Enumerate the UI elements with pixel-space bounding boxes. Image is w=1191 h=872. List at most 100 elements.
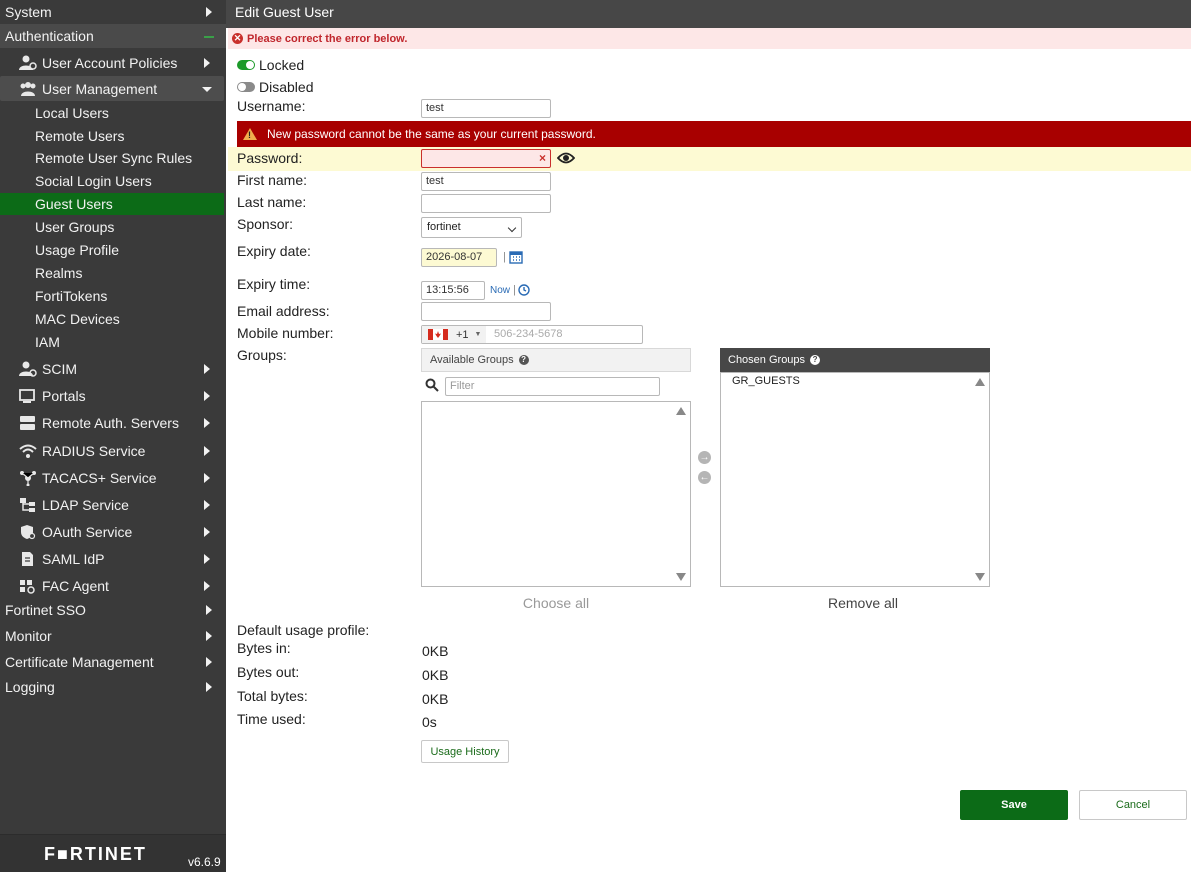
nav-leaf-label: Remote User Sync Rules <box>35 150 193 166</box>
nav-mac-devices[interactable]: MAC Devices <box>0 308 224 330</box>
expiry-time-field[interactable]: 13:15:56 <box>421 281 485 300</box>
scroll-down-icon[interactable] <box>676 573 686 581</box>
bytes-out-value: 0KB <box>422 667 449 683</box>
nav-oauth-service-label: OAuth Service <box>42 523 133 540</box>
nav-portals[interactable]: Portals <box>0 383 224 408</box>
disabled-toggle[interactable]: Disabled <box>237 79 313 95</box>
nav-leaf-label: User Groups <box>35 219 115 235</box>
nav-remote-user-sync-rules[interactable]: Remote User Sync Rules <box>0 147 224 169</box>
nav-iam[interactable]: IAM <box>0 331 224 353</box>
nav-certificate-management-label: Certificate Management <box>5 654 154 670</box>
nav-authentication[interactable]: Authentication <box>0 24 226 48</box>
page-title: Edit Guest User <box>235 4 334 20</box>
nav-saml-idp-label: SAML IdP <box>42 550 105 567</box>
nav-guest-users[interactable]: Guest Users <box>0 193 224 215</box>
scroll-down-icon[interactable] <box>975 573 985 581</box>
nav-system-label: System <box>5 4 52 20</box>
nav-user-management[interactable]: User Management <box>0 76 224 101</box>
clear-icon[interactable]: × <box>539 151 546 165</box>
locked-toggle[interactable]: Locked <box>237 57 304 73</box>
toggle-off-icon <box>237 82 255 92</box>
move-right-button[interactable]: → <box>698 451 711 464</box>
nav-monitor[interactable]: Monitor <box>0 624 226 648</box>
form-error-text: Please correct the error below. <box>247 32 408 45</box>
nav-radius-service-label: RADIUS Service <box>42 442 146 459</box>
password-error-message: ! New password cannot be the same as you… <box>237 121 1191 147</box>
scroll-up-icon[interactable] <box>676 407 686 415</box>
now-link[interactable]: Now <box>490 285 510 296</box>
country-code-select[interactable]: +1 ▼ <box>422 326 486 343</box>
password-field[interactable]: × <box>421 149 551 168</box>
nav-ldap-service[interactable]: LDAP Service <box>0 492 224 517</box>
group-filter-input[interactable]: Filter <box>445 377 660 396</box>
nav-remote-users[interactable]: Remote Users <box>0 125 224 147</box>
sponsor-label: Sponsor: <box>237 216 294 232</box>
nav-logging[interactable]: Logging <box>0 675 226 699</box>
chevron-right-icon <box>204 445 210 456</box>
directory-tree-icon <box>18 496 38 514</box>
nav-remote-auth-servers[interactable]: Remote Auth. Servers <box>0 410 224 435</box>
nav-oauth-service[interactable]: OAuth Service <box>0 519 224 544</box>
help-icon[interactable]: ? <box>518 355 529 365</box>
nav-saml-idp[interactable]: SAML IdP <box>0 546 224 571</box>
nav-social-login-users[interactable]: Social Login Users <box>0 170 224 192</box>
scroll-up-icon[interactable] <box>975 378 985 386</box>
nav-leaf-label: Usage Profile <box>35 242 120 258</box>
nav-tacacs-service[interactable]: TACACS+ Service <box>0 465 224 490</box>
last-name-field[interactable] <box>421 194 551 213</box>
mobile-number-field[interactable]: +1 ▼ 506-234-5678 <box>421 325 643 344</box>
move-left-button[interactable]: ← <box>698 471 711 484</box>
available-groups-list[interactable] <box>421 401 691 587</box>
list-item[interactable]: GR_GUESTS <box>732 375 800 387</box>
save-button[interactable]: Save <box>960 790 1068 820</box>
nav-ldap-service-label: LDAP Service <box>42 496 129 513</box>
usage-history-button[interactable]: Usage History <box>421 740 509 763</box>
separator: | <box>503 251 506 263</box>
warning-icon: ! <box>243 128 257 140</box>
chevron-right-icon <box>204 363 210 374</box>
username-field[interactable]: test <box>421 99 551 118</box>
calendar-icon[interactable] <box>509 250 523 267</box>
nav-tacacs-service-label: TACACS+ Service <box>42 469 157 486</box>
expiry-date-field[interactable]: 2026-08-07 <box>421 248 497 267</box>
chevron-right-icon <box>206 682 212 692</box>
chosen-groups-header: Chosen Groups ? <box>720 348 990 372</box>
nav-fortinet-sso[interactable]: Fortinet SSO <box>0 598 226 622</box>
total-bytes-value: 0KB <box>422 691 449 707</box>
chevron-right-icon <box>204 580 210 591</box>
clock-icon[interactable] <box>518 284 530 299</box>
nav-system[interactable]: System <box>0 0 226 24</box>
chosen-groups-list[interactable]: GR_GUESTS <box>720 372 990 587</box>
nav-user-groups[interactable]: User Groups <box>0 216 224 238</box>
shield-icon <box>18 523 38 541</box>
remove-all-button[interactable]: Remove all <box>720 595 1006 611</box>
nav-usage-profile[interactable]: Usage Profile <box>0 239 224 261</box>
first-name-field[interactable]: test <box>421 172 551 191</box>
bytes-in-label: Bytes in: <box>237 640 291 656</box>
portal-icon <box>18 387 38 405</box>
nav-scim[interactable]: SCIM <box>0 356 224 381</box>
password-row-highlight <box>228 147 1191 171</box>
nav-fortitokens[interactable]: FortiTokens <box>0 285 224 307</box>
cancel-button[interactable]: Cancel <box>1079 790 1187 820</box>
nav-fac-agent[interactable]: FAC Agent <box>0 573 224 598</box>
sponsor-value: fortinet <box>427 221 461 233</box>
nav-realms[interactable]: Realms <box>0 262 224 284</box>
nav-portals-label: Portals <box>42 387 86 404</box>
email-field[interactable] <box>421 302 551 321</box>
nav-local-users[interactable]: Local Users <box>0 102 224 124</box>
sponsor-select[interactable]: fortinet <box>421 217 522 238</box>
nav-certificate-management[interactable]: Certificate Management <box>0 650 226 674</box>
choose-all-button[interactable]: Choose all <box>421 595 691 611</box>
nav-user-account-policies[interactable]: User Account Policies <box>0 50 224 75</box>
nav-leaf-label: MAC Devices <box>35 311 120 327</box>
country-code: +1 <box>456 328 469 341</box>
form-error-banner: ✕ Please correct the error below. <box>228 28 1191 49</box>
password-error-text: New password cannot be the same as your … <box>267 127 596 141</box>
sidebar: System Authentication User Account Polic… <box>0 0 226 872</box>
eye-icon[interactable] <box>556 151 576 168</box>
first-name-label: First name: <box>237 172 308 188</box>
nav-radius-service[interactable]: RADIUS Service <box>0 438 224 463</box>
help-icon[interactable]: ? <box>810 355 821 365</box>
locked-label: Locked <box>259 57 305 73</box>
